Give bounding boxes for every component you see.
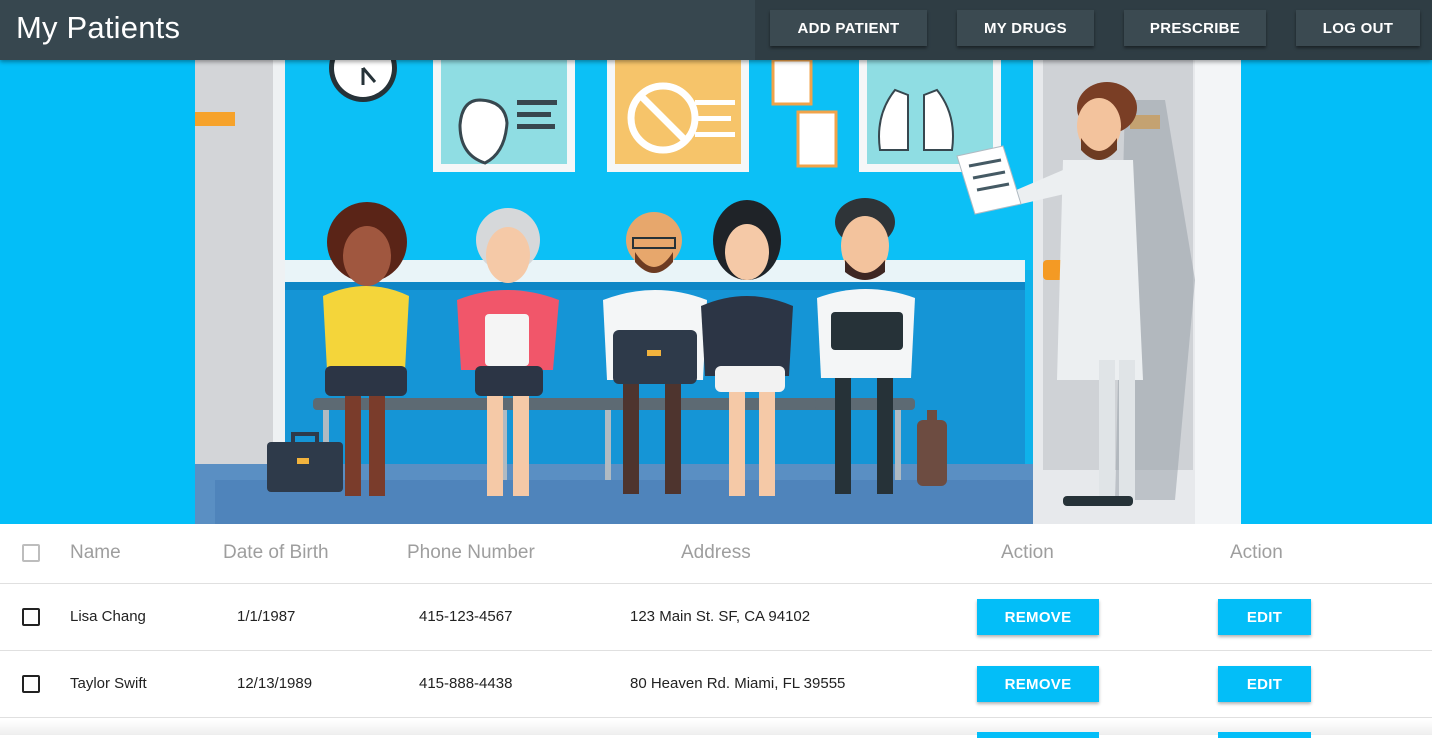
column-address: Address — [681, 542, 751, 563]
column-phone: Phone Number — [407, 542, 535, 563]
remove-button-partial[interactable] — [977, 732, 1099, 738]
patient-name: Lisa Chang — [70, 608, 146, 625]
my-drugs-button[interactable]: MY DRUGS — [957, 10, 1094, 46]
patient-phone: 415-888-4438 — [419, 675, 513, 692]
patient-dob: 1/1/1987 — [237, 608, 296, 625]
hero-banner — [0, 60, 1432, 524]
log-out-button[interactable]: LOG OUT — [1296, 10, 1420, 46]
column-action: Action — [1230, 542, 1283, 563]
patient-dob: 12/13/1989 — [237, 675, 313, 692]
table-header: Name Date of Birth Phone Number Address … — [0, 524, 1432, 584]
patient-address: 80 Heaven Rd. Miami, FL 39555 — [630, 675, 846, 692]
page-title: My Patients — [16, 10, 181, 45]
row-checkbox[interactable] — [22, 675, 40, 693]
add-patient-button[interactable]: ADD PATIENT — [770, 10, 927, 46]
patients-table: Name Date of Birth Phone Number Address … — [0, 524, 1432, 718]
patient-phone: 415-123-4567 — [419, 608, 513, 625]
prescribe-button[interactable]: PRESCRIBE — [1124, 10, 1266, 46]
remove-button[interactable]: REMOVE — [977, 666, 1099, 702]
patient-name: Taylor Swift — [70, 675, 147, 692]
edit-button[interactable]: EDIT — [1218, 599, 1311, 635]
column-name: Name — [70, 542, 121, 563]
column-dob: Date of Birth — [223, 542, 329, 563]
app-bar: My Patients ADD PATIENT MY DRUGS PRESCRI… — [0, 0, 1432, 60]
column-action: Action — [1001, 542, 1054, 563]
table-row: Lisa Chang 1/1/1987 415-123-4567 123 Mai… — [0, 584, 1432, 651]
table-row: Taylor Swift 12/13/1989 415-888-4438 80 … — [0, 651, 1432, 718]
waiting-room-illustration — [195, 60, 1241, 524]
remove-button[interactable]: REMOVE — [977, 599, 1099, 635]
patient-address: 123 Main St. SF, CA 94102 — [630, 608, 811, 625]
edit-button[interactable]: EDIT — [1218, 666, 1311, 702]
select-all-checkbox[interactable] — [22, 544, 40, 562]
edit-button-partial[interactable] — [1218, 732, 1311, 738]
row-checkbox[interactable] — [22, 608, 40, 626]
